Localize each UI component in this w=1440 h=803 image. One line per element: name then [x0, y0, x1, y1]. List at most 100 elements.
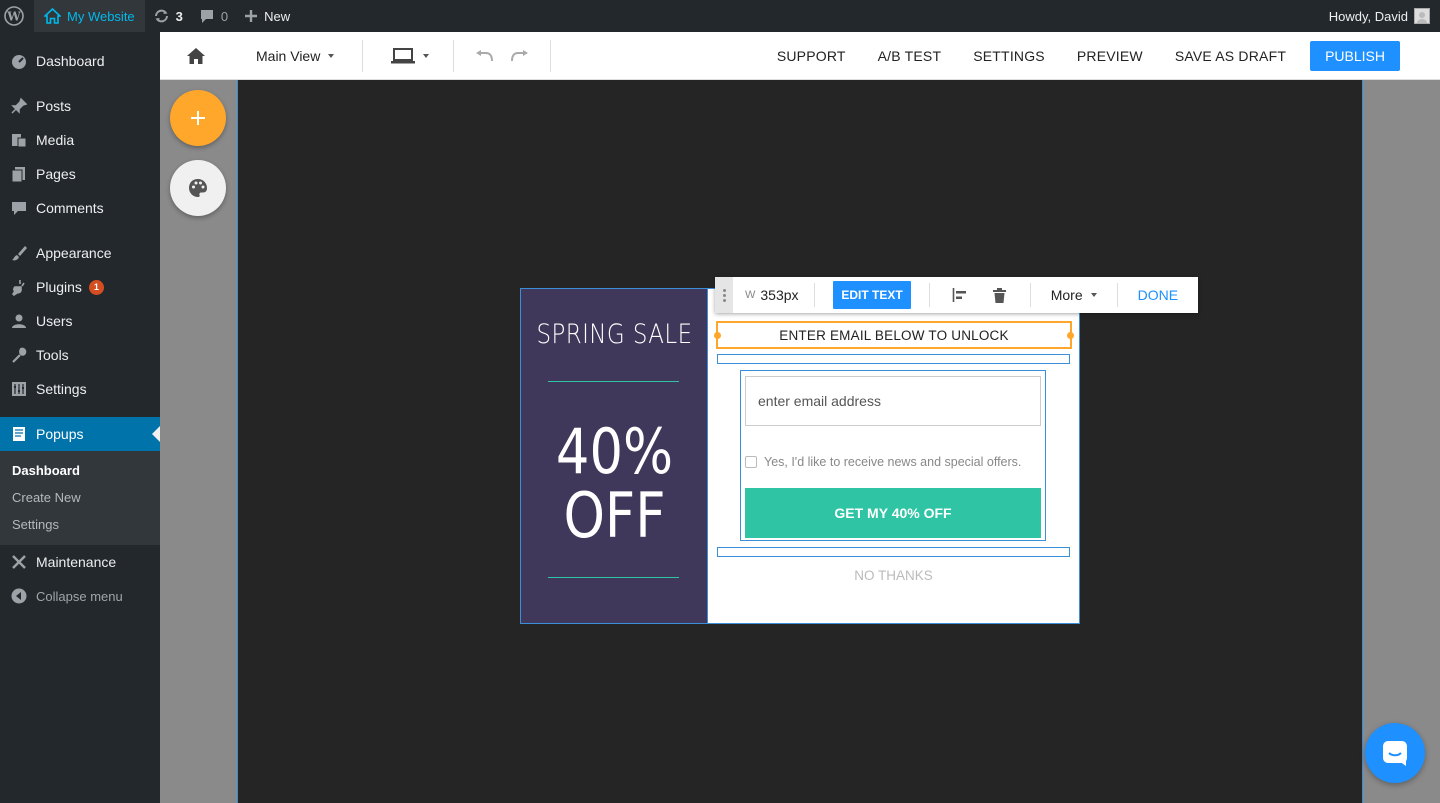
view-selector[interactable]: Main View: [256, 48, 335, 64]
width-input[interactable]: 353px: [760, 287, 814, 303]
spacer-element[interactable]: [717, 354, 1070, 364]
no-thanks-link[interactable]: NO THANKS: [708, 568, 1079, 583]
edit-text-button[interactable]: EDIT TEXT: [833, 281, 911, 309]
collapse-menu-button[interactable]: Collapse menu: [0, 579, 160, 613]
spacer-element[interactable]: [717, 547, 1070, 557]
trash-icon[interactable]: [980, 287, 1020, 303]
avatar: [1414, 8, 1430, 24]
brush-icon: [10, 244, 28, 262]
settings-link[interactable]: SETTINGS: [973, 48, 1045, 64]
admin-bar: W My Website 3 0 New Howdy, David: [0, 0, 1440, 32]
sidebar-item-popups[interactable]: Popups: [0, 417, 160, 451]
discount-off[interactable]: OFF: [535, 483, 694, 549]
comments-count: 0: [220, 8, 229, 24]
sidebar-item-tools[interactable]: Tools: [0, 338, 160, 372]
toolbar-divider: [362, 39, 364, 72]
popup-preview[interactable]: SPRING SALE 40% OFF ENTER EMAIL BELOW TO…: [520, 288, 1080, 624]
toolbar-divider: [1029, 283, 1031, 307]
undo-icon[interactable]: [472, 49, 494, 63]
home-icon: [187, 47, 205, 64]
sidebar-item-comments[interactable]: Comments: [0, 191, 160, 225]
toolbar-divider: [453, 39, 455, 72]
discount-percent[interactable]: 40%: [535, 419, 694, 485]
wordpress-logo-icon[interactable]: W: [0, 0, 34, 32]
plugins-update-badge: 1: [88, 279, 104, 295]
updates-count: 3: [175, 8, 183, 24]
element-toolbar: W 353px EDIT TEXT More DONE: [715, 277, 1198, 313]
comments-link[interactable]: 0: [191, 0, 236, 32]
submenu-item-create-new[interactable]: Create New: [0, 484, 160, 511]
sidebar-item-dashboard[interactable]: Dashboard: [0, 44, 160, 78]
sidebar-item-appearance[interactable]: Appearance: [0, 236, 160, 270]
save-draft-button[interactable]: SAVE AS DRAFT: [1175, 48, 1286, 64]
width-label: W: [745, 289, 756, 301]
new-label: New: [264, 8, 291, 24]
sale-title[interactable]: SPRING SALE: [535, 319, 694, 350]
sliders-icon: [10, 380, 28, 398]
sidebar-item-label: Settings: [36, 381, 87, 397]
sidebar-item-settings[interactable]: Settings: [0, 372, 160, 406]
toolbar-divider: [928, 283, 930, 307]
add-element-button[interactable]: [170, 90, 226, 146]
popups-submenu: Dashboard Create New Settings: [0, 451, 160, 545]
email-field[interactable]: enter email address: [745, 376, 1041, 426]
drag-handle-icon[interactable]: [715, 277, 733, 313]
done-button[interactable]: DONE: [1138, 287, 1178, 303]
sidebar-item-maintenance[interactable]: Maintenance: [0, 545, 160, 579]
sidebar-item-media[interactable]: Media: [0, 123, 160, 157]
theme-colors-button[interactable]: [170, 160, 226, 216]
comment-bubble-icon: [200, 9, 213, 23]
headline-text: ENTER EMAIL BELOW TO UNLOCK: [779, 327, 1009, 343]
resize-handle-right[interactable]: [1067, 332, 1074, 339]
sidebar-item-label: Popups: [36, 426, 84, 442]
new-content-link[interactable]: New: [236, 0, 298, 32]
comment-icon: [10, 199, 28, 217]
ab-test-link[interactable]: A/B TEST: [878, 48, 942, 64]
my-account-link[interactable]: Howdy, David: [1321, 0, 1440, 32]
optin-checkbox[interactable]: [745, 456, 757, 468]
palette-icon: [189, 179, 207, 197]
resize-handle-left[interactable]: [714, 332, 721, 339]
updates-link[interactable]: 3: [145, 0, 191, 32]
submenu-item-dashboard[interactable]: Dashboard: [0, 457, 160, 484]
sidebar-item-users[interactable]: Users: [0, 304, 160, 338]
optin-checkbox-row[interactable]: Yes, I'd like to receive news and specia…: [745, 455, 1021, 469]
optin-form[interactable]: enter email address Yes, I'd like to rec…: [740, 370, 1046, 541]
home-icon: [44, 8, 61, 24]
chevron-down-icon: [328, 53, 335, 58]
sidebar-item-label: Maintenance: [36, 554, 117, 570]
site-name-link[interactable]: My Website: [34, 0, 145, 32]
sidebar-item-plugins[interactable]: Plugins 1: [0, 270, 160, 304]
more-menu[interactable]: More: [1051, 287, 1097, 303]
support-chat-button[interactable]: [1365, 723, 1425, 783]
svg-text:W: W: [6, 10, 21, 24]
preview-link[interactable]: PREVIEW: [1077, 48, 1143, 64]
submit-button[interactable]: GET MY 40% OFF: [745, 488, 1041, 538]
wrench-icon: [10, 346, 28, 364]
sidebar-item-label: Dashboard: [36, 53, 105, 69]
sidebar-item-pages[interactable]: Pages: [0, 157, 160, 191]
dashboard-icon: [10, 52, 28, 70]
align-left-icon[interactable]: [940, 288, 980, 302]
site-name: My Website: [67, 8, 135, 24]
builder-home-button[interactable]: [160, 47, 232, 65]
chat-icon: [1383, 741, 1407, 766]
popup-icon: [10, 425, 28, 443]
sidebar-item-label: Appearance: [36, 245, 112, 261]
sidebar-item-label: Comments: [36, 200, 104, 216]
sidebar-item-label: Plugins: [36, 279, 82, 295]
support-link[interactable]: SUPPORT: [777, 48, 846, 64]
device-selector[interactable]: [391, 47, 430, 64]
headline-text-selected[interactable]: ENTER EMAIL BELOW TO UNLOCK: [714, 321, 1074, 349]
howdy-text: Howdy, David: [1328, 8, 1408, 24]
collapse-menu-label: Collapse menu: [36, 588, 123, 604]
plus-icon: [191, 111, 205, 125]
collapse-arrow-icon: [10, 587, 28, 605]
redo-icon[interactable]: [510, 49, 532, 63]
publish-button[interactable]: PUBLISH: [1310, 40, 1400, 71]
popup-promo-panel[interactable]: SPRING SALE 40% OFF: [521, 289, 708, 623]
sidebar-item-posts[interactable]: Posts: [0, 89, 160, 123]
canvas-right-rail: [1363, 80, 1440, 803]
sidebar-item-label: Tools: [36, 347, 69, 363]
submenu-item-settings[interactable]: Settings: [0, 511, 160, 538]
